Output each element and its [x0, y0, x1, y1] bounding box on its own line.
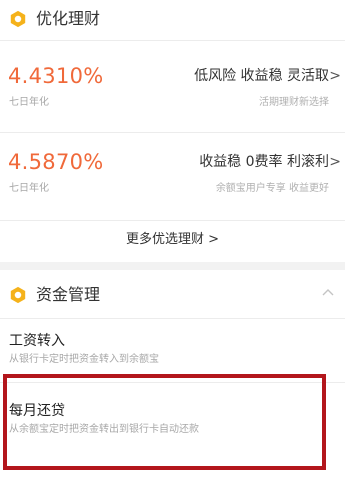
divider	[0, 40, 345, 41]
fund-item-description: 从余额宝定时把资金转出到银行卡自动还款	[9, 424, 199, 435]
product-row[interactable]: 4.4310% 七日年化 低风险 收益稳 灵活取 > 活期理财新选择	[0, 56, 345, 134]
yield-rate: 4.5870%	[8, 150, 104, 174]
product-description: 余额宝用户专享 收益更好	[215, 183, 329, 194]
fund-section-title: 资金管理	[36, 285, 101, 304]
hexagon-badge-icon	[10, 286, 26, 304]
product-tags: 低风险 收益稳 灵活取	[194, 68, 329, 84]
divider	[0, 220, 345, 221]
yield-rate: 4.4310%	[8, 64, 104, 88]
divider	[0, 382, 345, 383]
finance-section-title: 优化理财	[36, 9, 101, 28]
fund-item-description: 从银行卡定时把资金转入到余额宝	[9, 354, 159, 365]
fund-section-header[interactable]: 资金管理	[0, 274, 345, 314]
chevron-right-icon: >	[329, 154, 341, 170]
product-tags: 收益稳 0费率 利滚利	[199, 154, 329, 170]
divider	[0, 132, 345, 133]
fund-management-card: 资金管理 工资转入 从银行卡定时把资金转入到余额宝 每月还贷 从余额宝定时把资金…	[0, 270, 345, 482]
product-description: 活期理财新选择	[259, 97, 329, 108]
salary-transfer-item[interactable]: 工资转入 从银行卡定时把资金转入到余额宝	[0, 320, 345, 380]
yield-rate-label: 七日年化	[9, 97, 49, 108]
hexagon-badge-icon	[10, 10, 26, 28]
finance-section-header: 优化理财	[0, 0, 345, 40]
more-products-link[interactable]: 更多优选理财 >	[0, 222, 345, 258]
product-row[interactable]: 4.5870% 七日年化 收益稳 0费率 利滚利 > 余额宝用户专享 收益更好	[0, 142, 345, 220]
yield-rate-label: 七日年化	[9, 183, 49, 194]
chevron-right-icon: >	[329, 68, 341, 84]
fund-item-title: 每月还贷	[9, 403, 65, 419]
monthly-loan-repayment-item[interactable]: 每月还贷 从余额宝定时把资金转出到银行卡自动还款	[0, 390, 345, 450]
divider	[0, 318, 345, 319]
chevron-up-icon[interactable]	[321, 286, 335, 300]
fund-item-title: 工资转入	[9, 333, 65, 349]
finance-card: 优化理财 4.4310% 七日年化 低风险 收益稳 灵活取 > 活期理财新选择 …	[0, 0, 345, 262]
